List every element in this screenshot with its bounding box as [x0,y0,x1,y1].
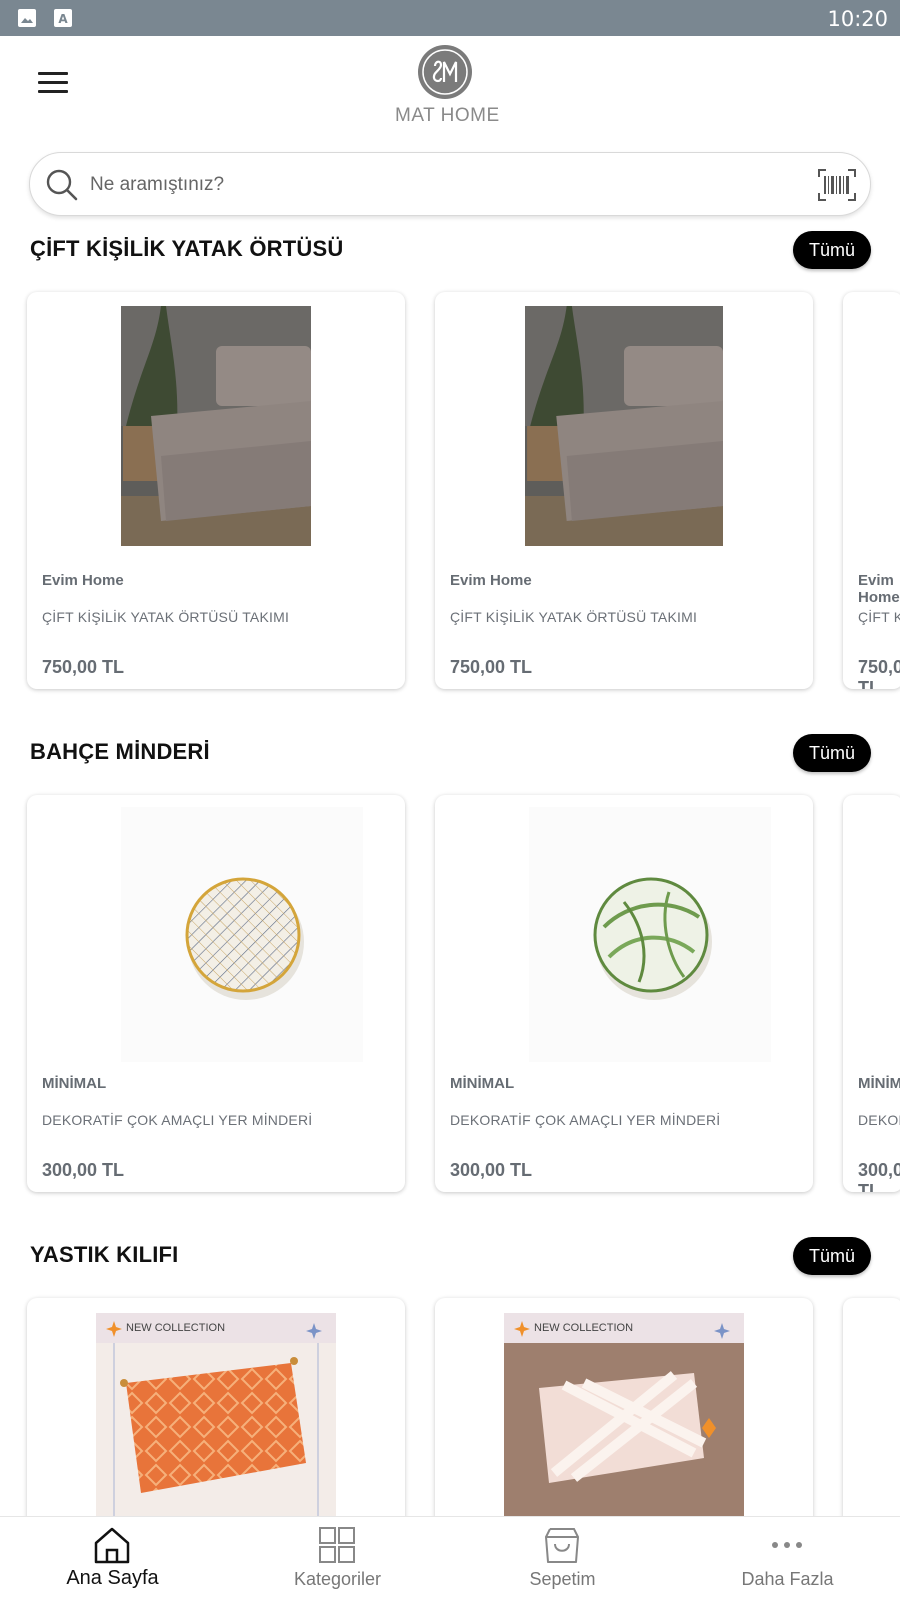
product-name: ÇİFT KİŞİLİK YATAK ÖRTÜSÜ TAKIMI [858,609,900,625]
product-name: DEKORATİF ÇOK AMAÇLI YER MİNDERİ [858,1112,900,1128]
nav-categories[interactable]: Kategoriler [225,1517,450,1601]
product-price: 750,00 TL [858,657,900,689]
app-header: MAT HOME [0,36,900,146]
logo-text: MAT HOME [395,105,500,126]
nav-label: Sepetim [529,1569,596,1589]
shopping-bag-icon [545,1528,579,1563]
view-all-button[interactable]: Tümü [793,734,871,772]
product-price: 300,00 TL [42,1160,125,1180]
product-image [121,306,311,546]
image-caption: NEW COLLECTION [126,1322,226,1334]
product-price: 750,00 TL [450,657,533,677]
section-title-bedspread: ÇİFT KİŞİLİK YATAK ÖRTÜSÜ [30,236,344,261]
product-image: NEW COLLECTION [504,1313,744,1528]
clock: 10:20 [827,7,888,31]
product-name: DEKORATİF ÇOK AMAÇLI YER MİNDERİ [450,1112,721,1128]
image-notification-icon [18,9,36,27]
nav-label: Daha Fazla [741,1569,834,1589]
view-all-button[interactable]: Tümü [793,231,871,269]
product-image [525,306,723,546]
nav-label: Kategoriler [293,1569,382,1589]
product-card[interactable]: Evim Home ÇİFT KİŞİLİK YATAK ÖRTÜSÜ TAKI… [27,292,405,689]
hamburger-menu-icon[interactable] [38,72,68,96]
image-caption: NEW COLLECTION [534,1322,634,1334]
star-icon [514,1321,530,1337]
product-name: ÇİFT KİŞİLİK YATAK ÖRTÜSÜ TAKIMI [450,609,698,625]
search-icon [46,169,78,201]
search-bar[interactable] [29,152,871,216]
product-card[interactable]: NEW COLLECTION [435,1298,813,1528]
home-icon [94,1527,130,1564]
product-card[interactable]: MİNİMAL DEKORATİF ÇOK AMAÇLI YER MİNDERİ… [27,795,405,1192]
text-notification-icon: A [54,9,72,27]
section-title-pillow-case: YASTIK KILIFI [30,1242,179,1267]
product-price: 300,00 TL [858,1160,900,1192]
product-card[interactable]: NEW COLLECTION [27,1298,405,1528]
product-brand: MİNİMAL [450,1075,515,1092]
bottom-navigation: Ana Sayfa Kategoriler Sepetim Daha Fazla [0,1516,900,1600]
more-dots-icon [772,1542,802,1548]
status-bar: A 10:20 [0,0,900,36]
product-card-partial[interactable] [843,1298,900,1528]
product-name: DEKORATİF ÇOK AMAÇLI YER MİNDERİ [42,1112,313,1128]
grid-icon [319,1527,355,1563]
nav-cart[interactable]: Sepetim [450,1517,675,1601]
product-name: ÇİFT KİŞİLİK YATAK ÖRTÜSÜ TAKIMI [42,609,290,625]
product-card[interactable]: Evim Home ÇİFT KİŞİLİK YATAK ÖRTÜSÜ TAKI… [435,292,813,689]
product-card-partial[interactable]: Evim Home ÇİFT KİŞİLİK YATAK ÖRTÜSÜ TAKI… [843,292,900,689]
nav-more[interactable]: Daha Fazla [675,1517,900,1601]
search-input[interactable] [90,167,790,203]
svg-text:A: A [58,12,68,26]
product-card-partial[interactable]: MİNİMAL DEKORATİF ÇOK AMAÇLI YER MİNDERİ… [843,795,900,1192]
product-brand: MİNİMAL [858,1075,900,1092]
product-card[interactable]: MİNİMAL DEKORATİF ÇOK AMAÇLI YER MİNDERİ… [435,795,813,1192]
star-icon [714,1323,730,1339]
section-title-garden-cushion: BAHÇE MİNDERİ [30,739,210,764]
product-brand: Evim Home [450,572,532,589]
view-all-button[interactable]: Tümü [793,1237,871,1275]
nav-label: Ana Sayfa [66,1567,159,1589]
product-brand: Evim Home [42,572,124,589]
star-icon [306,1323,322,1339]
brand-logo[interactable]: MAT HOME [395,44,500,128]
product-image [121,807,363,1062]
product-price: 750,00 TL [42,657,125,677]
barcode-scanner-icon[interactable] [818,169,856,201]
product-price: 300,00 TL [450,1160,533,1180]
star-icon [106,1321,122,1337]
product-image [529,807,771,1062]
nav-home[interactable]: Ana Sayfa [0,1517,225,1601]
product-brand: MİNİMAL [42,1075,107,1092]
logo-mark-icon [418,45,472,99]
product-brand: Evim Home [858,572,900,606]
product-image: NEW COLLECTION [96,1313,336,1528]
